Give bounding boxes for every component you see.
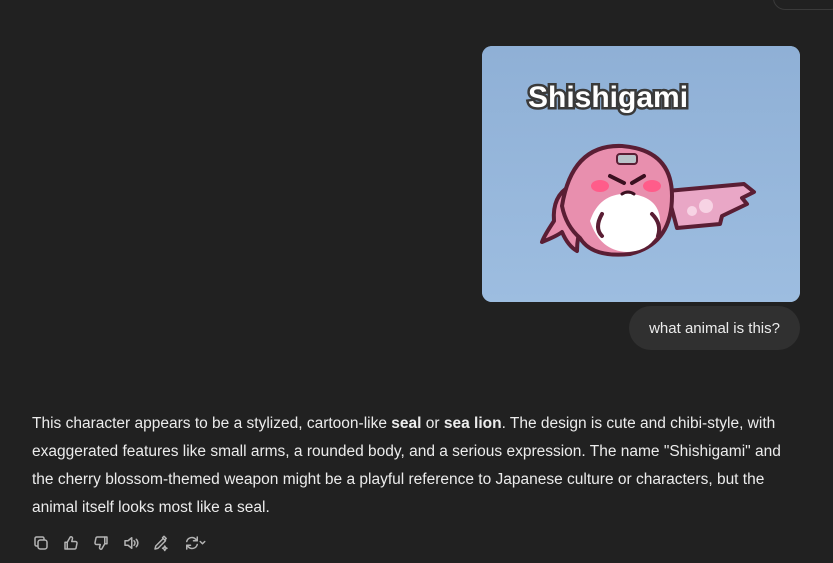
thumbs-down-icon xyxy=(94,536,108,550)
message-actions xyxy=(30,532,210,554)
copy-button[interactable] xyxy=(30,532,52,554)
top-right-control[interactable] xyxy=(773,0,833,10)
chevron-down-icon xyxy=(199,540,206,545)
regenerate-button[interactable] xyxy=(180,532,210,554)
thumbs-down-button[interactable] xyxy=(90,532,112,554)
copy-icon xyxy=(34,536,48,550)
regenerate-icon xyxy=(186,536,206,550)
assistant-text-part: or xyxy=(421,415,444,432)
user-message-text: what animal is this? xyxy=(649,319,780,337)
assistant-bold-seal: seal xyxy=(391,415,422,432)
read-aloud-button[interactable] xyxy=(120,532,142,554)
uploaded-image[interactable]: Shishigami xyxy=(482,46,800,302)
thumbs-up-button[interactable] xyxy=(60,532,82,554)
thumbs-up-icon xyxy=(64,536,78,550)
assistant-message: This character appears to be a stylized,… xyxy=(32,410,802,522)
user-message-bubble: what animal is this? xyxy=(629,306,800,350)
image-title-text: Shishigami xyxy=(528,81,688,114)
assistant-bold-sea-lion: sea lion xyxy=(443,415,502,432)
assistant-text-part: This character appears to be a stylized,… xyxy=(32,415,392,432)
edit-button[interactable] xyxy=(150,532,172,554)
read-aloud-icon xyxy=(124,537,139,549)
edit-icon xyxy=(154,535,168,552)
